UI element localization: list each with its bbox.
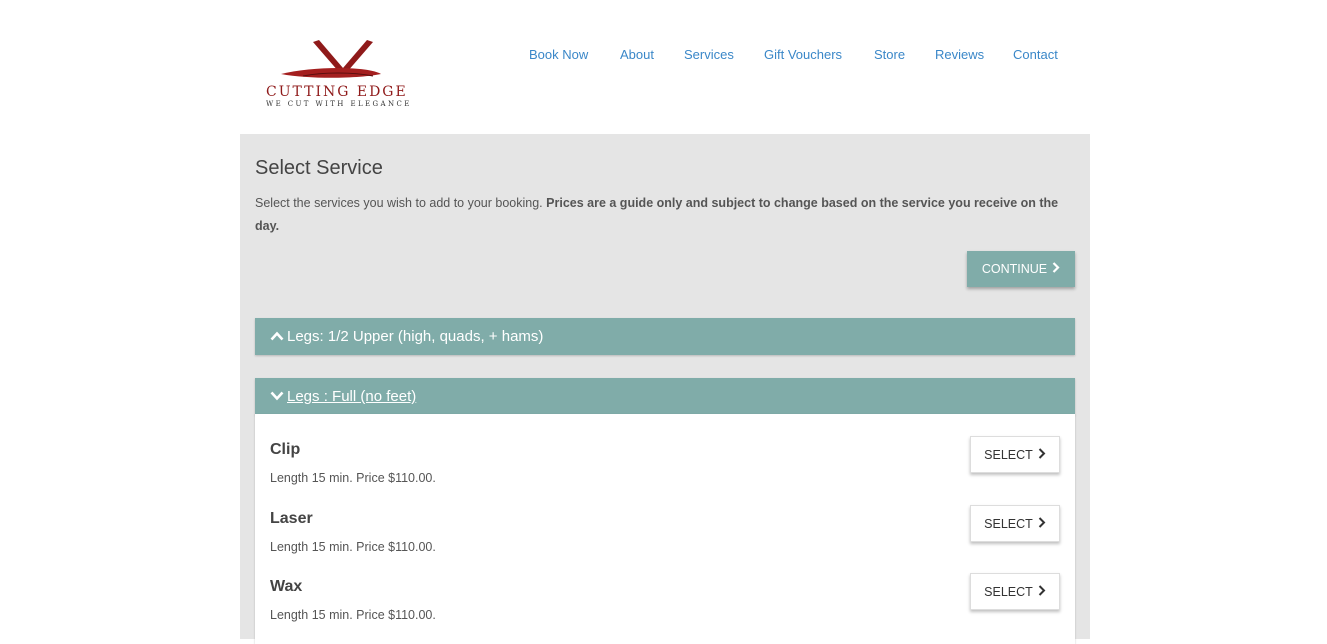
service-name: Clip xyxy=(270,441,301,458)
service-item-wax: Wax Length 15 min. Price $110.00. SELECT xyxy=(270,573,1060,638)
select-label: SELECT xyxy=(984,584,1033,599)
service-item-clip: Clip Length 15 min. Price $110.00. SELEC… xyxy=(270,436,1060,501)
nav-services[interactable]: Services xyxy=(684,47,734,62)
main-nav: Book Now About Services Gift Vouchers St… xyxy=(0,47,1327,67)
brand-tagline: WE CUT WITH ELEGANCE xyxy=(266,100,412,108)
select-clip-button[interactable]: SELECT xyxy=(970,436,1060,473)
intro-plain: Select the services you wish to add to y… xyxy=(255,196,547,210)
chevron-right-icon xyxy=(1038,516,1046,531)
select-label: SELECT xyxy=(984,447,1033,462)
intro-text: Select the services you wish to add to y… xyxy=(255,192,1085,238)
select-label: SELECT xyxy=(984,516,1033,531)
chevron-up-icon xyxy=(270,328,284,345)
category-legs-full[interactable]: Legs : Full (no feet) xyxy=(255,378,1075,415)
service-meta: Length 15 min. Price $110.00. xyxy=(270,540,436,554)
nav-store[interactable]: Store xyxy=(874,47,905,62)
select-wax-button[interactable]: SELECT xyxy=(970,573,1060,610)
category-label: Legs : Full (no feet) xyxy=(287,388,417,405)
service-list: Clip Length 15 min. Price $110.00. SELEC… xyxy=(255,414,1075,644)
service-meta: Length 15 min. Price $110.00. xyxy=(270,471,436,485)
chevron-right-icon xyxy=(1038,584,1046,599)
brand-name: CUTTING EDGE xyxy=(266,84,408,100)
continue-button[interactable]: CONTINUE xyxy=(967,251,1075,287)
nav-book-now[interactable]: Book Now xyxy=(529,47,588,62)
service-name: Wax xyxy=(270,578,303,595)
select-laser-button[interactable]: SELECT xyxy=(970,505,1060,542)
site-header: CUTTING EDGE WE CUT WITH ELEGANCE Book N… xyxy=(0,0,1327,134)
nav-reviews[interactable]: Reviews xyxy=(935,47,984,62)
continue-label: CONTINUE xyxy=(981,262,1048,276)
chevron-right-icon xyxy=(1038,447,1046,462)
service-meta: Length 15 min. Price $110.00. xyxy=(270,608,436,622)
service-name: Laser xyxy=(270,510,313,527)
nav-contact[interactable]: Contact xyxy=(1013,47,1058,62)
category-legs-half-upper[interactable]: Legs: 1/2 Upper (high, quads, + hams) xyxy=(255,318,1075,355)
chevron-down-icon xyxy=(270,388,284,405)
service-item-laser: Laser Length 15 min. Price $110.00. SELE… xyxy=(270,505,1060,570)
category-label: Legs: 1/2 Upper (high, quads, + hams) xyxy=(287,328,544,345)
nav-gift-vouchers[interactable]: Gift Vouchers xyxy=(764,47,842,62)
nav-about[interactable]: About xyxy=(620,47,654,62)
booking-panel: Select Service Select the services you w… xyxy=(240,134,1090,644)
chevron-right-icon xyxy=(1052,262,1060,276)
page-title: Select Service xyxy=(255,157,383,179)
